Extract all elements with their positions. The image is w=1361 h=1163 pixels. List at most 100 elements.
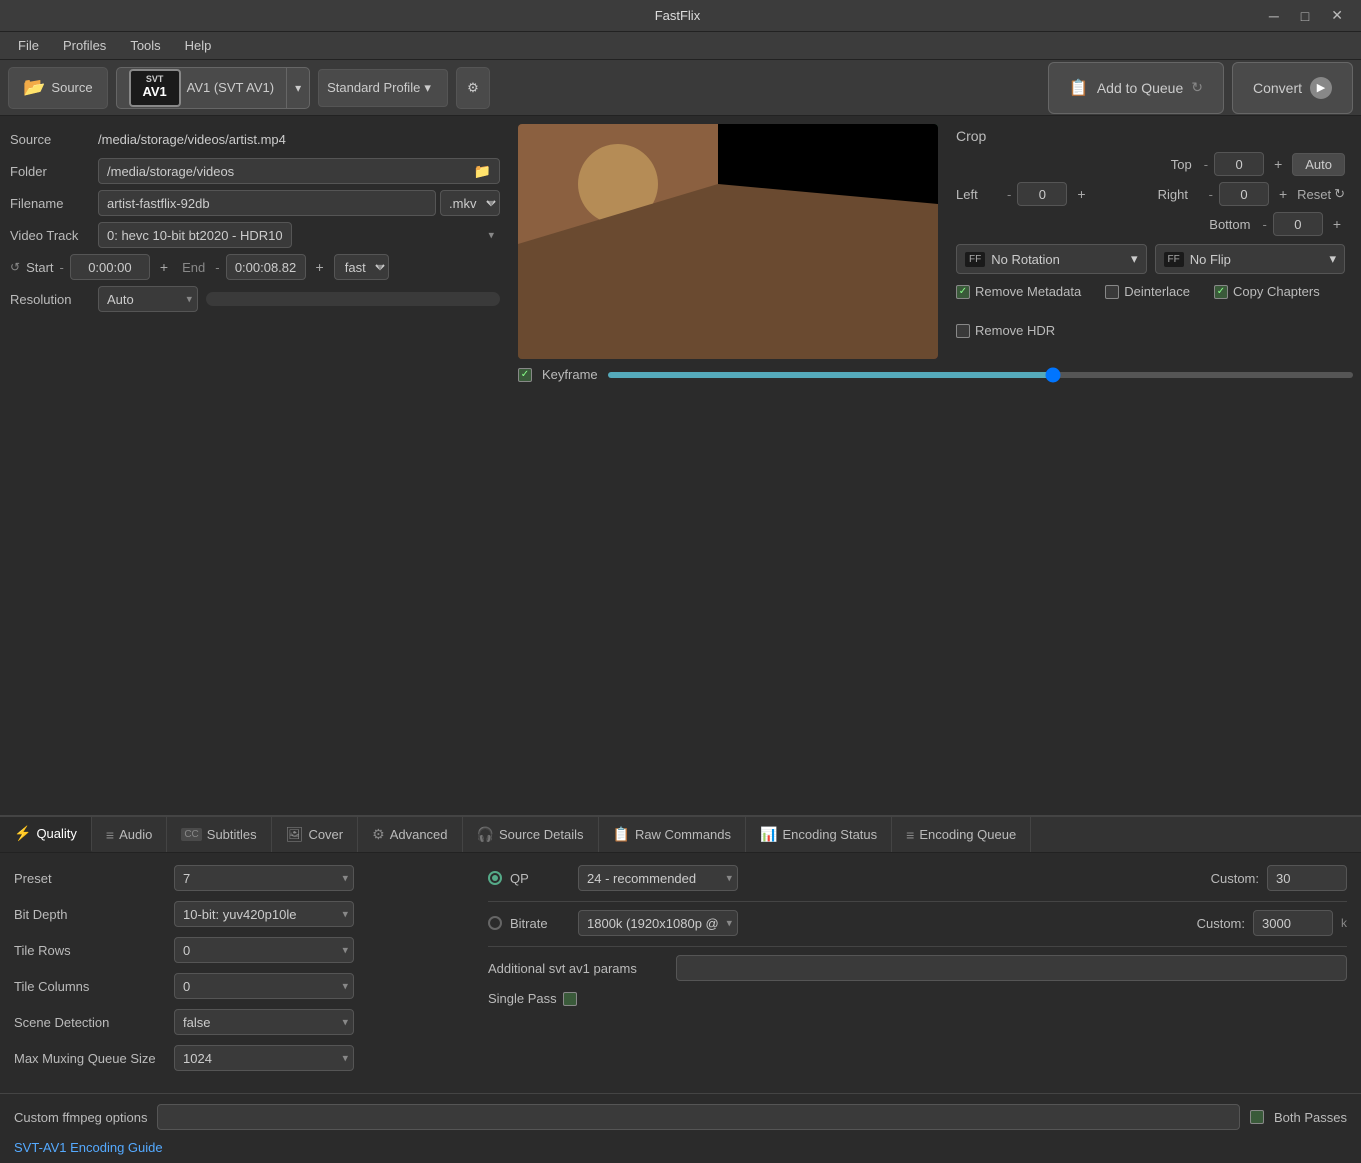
checkboxes-row: Remove Metadata Deinterlace Copy Chapter… xyxy=(956,284,1345,338)
flip-selector[interactable]: FF No Flip ▾ xyxy=(1155,244,1346,274)
crop-auto-button[interactable]: Auto xyxy=(1292,153,1345,176)
source-row: Source /media/storage/videos/artist.mp4 xyxy=(10,126,500,152)
resolution-label: Resolution xyxy=(10,292,90,307)
filename-input[interactable] xyxy=(98,190,436,216)
tab-audio[interactable]: ≡ Audio xyxy=(92,817,167,852)
additional-params-input[interactable] xyxy=(676,955,1347,981)
menu-tools[interactable]: Tools xyxy=(120,34,170,57)
folder-browse-button[interactable]: 📁 xyxy=(474,163,491,180)
encoder-dropdown-button[interactable]: ▾ xyxy=(286,67,310,109)
start-time-plus-button[interactable]: + xyxy=(156,257,172,277)
deinterlace-item: Deinterlace xyxy=(1105,284,1190,299)
qp-select-wrap: 24 - recommended xyxy=(578,865,738,891)
timing-separator: End xyxy=(182,260,205,275)
crop-top-plus-button[interactable]: + xyxy=(1270,154,1286,174)
folder-field-label: Folder xyxy=(10,164,90,179)
tab-advanced[interactable]: ⚙ Advanced xyxy=(358,817,462,852)
tab-subtitles[interactable]: CC Subtitles xyxy=(167,817,271,852)
extension-select[interactable]: .mkv .mp4 xyxy=(440,190,500,216)
encoding-status-tab-icon: 📊 xyxy=(760,826,777,843)
crop-bottom-plus-button[interactable]: + xyxy=(1329,214,1345,234)
rotation-logo: FF xyxy=(965,252,985,267)
end-time-plus-button[interactable]: + xyxy=(312,257,328,277)
audio-tab-icon: ≡ xyxy=(106,827,114,843)
crop-left-input[interactable] xyxy=(1017,182,1067,206)
qp-radio-button[interactable] xyxy=(488,871,502,885)
preset-select[interactable]: 7 xyxy=(174,865,354,891)
keyframe-checkbox[interactable]: ✓ xyxy=(518,368,532,382)
bitrate-select[interactable]: 1800k (1920x1080p @ xyxy=(578,910,738,936)
profile-chevron-icon: ▾ xyxy=(424,80,431,96)
tab-cover[interactable]: 🖼 Cover xyxy=(272,817,358,852)
close-button[interactable]: ✕ xyxy=(1325,5,1349,26)
max-muxing-select[interactable]: 1024 xyxy=(174,1045,354,1071)
crop-bottom-input[interactable] xyxy=(1273,212,1323,236)
maximize-button[interactable]: □ xyxy=(1295,5,1315,26)
seek-mode-wrap: fast xyxy=(334,254,389,280)
remove-metadata-checkbox[interactable] xyxy=(956,285,970,299)
video-track-row: Video Track 0: hevc 10-bit bt2020 - HDR1… xyxy=(10,222,500,248)
tile-columns-select[interactable]: 0 xyxy=(174,973,354,999)
menu-file[interactable]: File xyxy=(8,34,49,57)
profile-selector[interactable]: Standard Profile ▾ xyxy=(318,69,448,107)
deinterlace-checkbox[interactable] xyxy=(1105,285,1119,299)
copy-chapters-checkbox[interactable] xyxy=(1214,285,1228,299)
add-to-queue-button[interactable]: 📋 Add to Queue ↻ xyxy=(1048,62,1224,114)
crop-lr-row: Left - + Right - + Reset ↻ xyxy=(956,182,1345,206)
source-button[interactable]: 📂 Source xyxy=(8,67,108,109)
crop-left-plus-button[interactable]: + xyxy=(1073,184,1089,204)
qp-row: QP 24 - recommended Custom: xyxy=(488,865,1347,891)
ffmpeg-options-input[interactable] xyxy=(157,1104,1240,1130)
qp-select[interactable]: 24 - recommended xyxy=(578,865,738,891)
tile-columns-label: Tile Columns xyxy=(14,979,174,994)
video-track-select[interactable]: 0: hevc 10-bit bt2020 - HDR10 xyxy=(98,222,292,248)
source-field-label: Source xyxy=(10,132,90,147)
timing-icon: ↺ xyxy=(10,260,20,274)
scene-detection-select[interactable]: false xyxy=(174,1009,354,1035)
settings-button[interactable]: ⚙ xyxy=(456,67,490,109)
single-pass-checkbox[interactable] xyxy=(563,992,577,1006)
encoder-selector: SVT AV1 AV1 (SVT AV1) ▾ xyxy=(116,67,310,109)
remove-hdr-checkbox[interactable] xyxy=(956,324,970,338)
crop-right-plus-button[interactable]: + xyxy=(1275,184,1291,204)
tab-quality[interactable]: ⚡ Quality xyxy=(0,817,92,852)
rotation-row: FF No Rotation ▾ FF No Flip ▾ xyxy=(956,244,1345,274)
flip-logo: FF xyxy=(1164,252,1184,267)
encoder-name-button[interactable]: SVT AV1 AV1 (SVT AV1) xyxy=(116,67,286,109)
convert-button[interactable]: Convert ▶ xyxy=(1232,62,1353,114)
resolution-select[interactable]: Auto xyxy=(98,286,198,312)
crop-right-input[interactable] xyxy=(1219,182,1269,206)
keyframe-slider[interactable] xyxy=(608,372,1353,378)
bitrate-select-wrap: 1800k (1920x1080p @ xyxy=(578,910,738,936)
guide-link[interactable]: SVT-AV1 Encoding Guide xyxy=(0,1140,1361,1163)
rotation-selector[interactable]: FF No Rotation ▾ xyxy=(956,244,1147,274)
crop-top-row: Top - + Auto xyxy=(956,152,1345,176)
minimize-button[interactable]: ─ xyxy=(1263,5,1285,26)
tab-source-details[interactable]: 🎧 Source Details xyxy=(463,817,599,852)
bitrate-radio-button[interactable] xyxy=(488,916,502,930)
custom-qp-input[interactable] xyxy=(1267,865,1347,891)
bit-depth-select[interactable]: 10-bit: yuv420p10le xyxy=(174,901,354,927)
cover-tab-label: Cover xyxy=(308,827,343,842)
play-icon: ▶ xyxy=(1310,77,1332,99)
crop-reset-button[interactable]: Reset ↻ xyxy=(1297,186,1345,202)
tile-rows-select[interactable]: 0 xyxy=(174,937,354,963)
crop-top-input[interactable] xyxy=(1214,152,1264,176)
tab-raw-commands[interactable]: 📋 Raw Commands xyxy=(599,817,747,852)
remove-metadata-label: Remove Metadata xyxy=(975,284,1081,299)
encoding-queue-tab-icon: ≡ xyxy=(906,827,914,843)
start-time-input[interactable] xyxy=(70,254,150,280)
menu-profiles[interactable]: Profiles xyxy=(53,34,116,57)
resolution-bar xyxy=(206,292,500,306)
tab-encoding-status[interactable]: 📊 Encoding Status xyxy=(746,817,892,852)
tab-encoding-queue[interactable]: ≡ Encoding Queue xyxy=(892,817,1031,852)
custom-bitrate-input[interactable] xyxy=(1253,910,1333,936)
bit-depth-label: Bit Depth xyxy=(14,907,174,922)
seek-mode-select[interactable]: fast xyxy=(334,254,389,280)
menu-help[interactable]: Help xyxy=(175,34,222,57)
video-track-label: Video Track xyxy=(10,228,90,243)
bit-depth-select-wrap: 10-bit: yuv420p10le xyxy=(174,901,354,927)
additional-params-row: Additional svt av1 params xyxy=(488,955,1347,981)
end-time-input[interactable] xyxy=(226,254,306,280)
both-passes-checkbox[interactable] xyxy=(1250,1110,1264,1124)
